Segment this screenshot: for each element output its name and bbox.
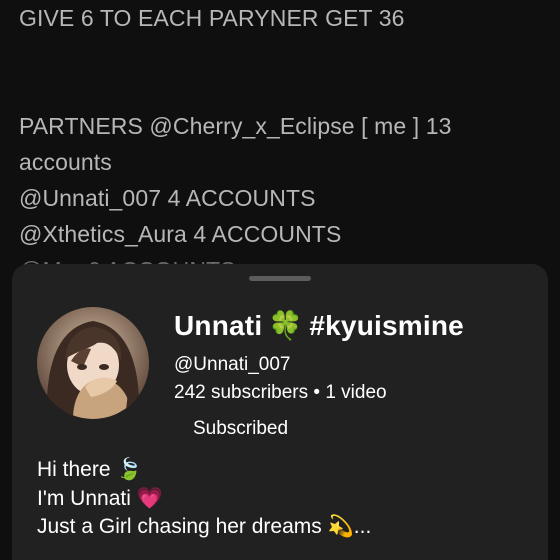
bio-line-3: Just a Girl chasing her dreams 💫... [37, 513, 537, 542]
anime-girl-avatar-icon [37, 307, 149, 419]
four-leaf-clover-icon: 🍀 [268, 310, 304, 341]
bio-line-2-text: I'm Unnati [37, 486, 131, 510]
post-line-4: @Unnati_007 4 ACCOUNTS [19, 185, 316, 211]
heart-icon: 💗 [136, 486, 163, 510]
channel-name-text: Unnati [174, 310, 263, 341]
community-post-text: GIVE 6 TO EACH PARYNER GET 36 PARTNERS @… [19, 0, 549, 288]
post-line-1: GIVE 6 TO EACH PARYNER GET 36 [19, 5, 405, 31]
channel-stats: 242 subscribers • 1 video [174, 382, 387, 403]
post-line-2: PARTNERS @Cherry_x_Eclipse [ me ] 13 [19, 113, 452, 139]
subscribed-button[interactable]: Subscribed [175, 411, 307, 447]
channel-bottom-sheet: Unnati 🍀 #kyuismine @Unnati_007 242 subscr… [12, 264, 548, 560]
post-line-3: accounts [19, 149, 112, 175]
dizzy-star-icon: 💫 [327, 515, 354, 538]
channel-name: Unnati 🍀 #kyuismine [174, 309, 464, 342]
bio-ellipsis: ... [353, 515, 372, 538]
screen: GIVE 6 TO EACH PARYNER GET 36 PARTNERS @… [0, 0, 560, 560]
channel-tag: #kyuismine [309, 310, 464, 341]
bio-line-1-text: Hi there [37, 458, 111, 481]
post-line-5: @Xthetics_Aura 4 ACCOUNTS [19, 221, 342, 247]
leaf-icon: 🍃 [116, 458, 143, 481]
bio-line-3-text: Just a Girl chasing her dreams [37, 515, 322, 538]
bio-line-1: Hi there 🍃 [37, 456, 537, 485]
post-spacer [19, 36, 549, 108]
sheet-drag-handle[interactable] [249, 276, 311, 281]
channel-handle[interactable]: @Unnati_007 [174, 354, 290, 376]
bio-line-2: I'm Unnati 💗 [37, 485, 537, 514]
channel-avatar[interactable] [37, 307, 149, 419]
channel-bio: Hi there 🍃 I'm Unnati 💗 Just a Girl chas… [37, 456, 537, 542]
